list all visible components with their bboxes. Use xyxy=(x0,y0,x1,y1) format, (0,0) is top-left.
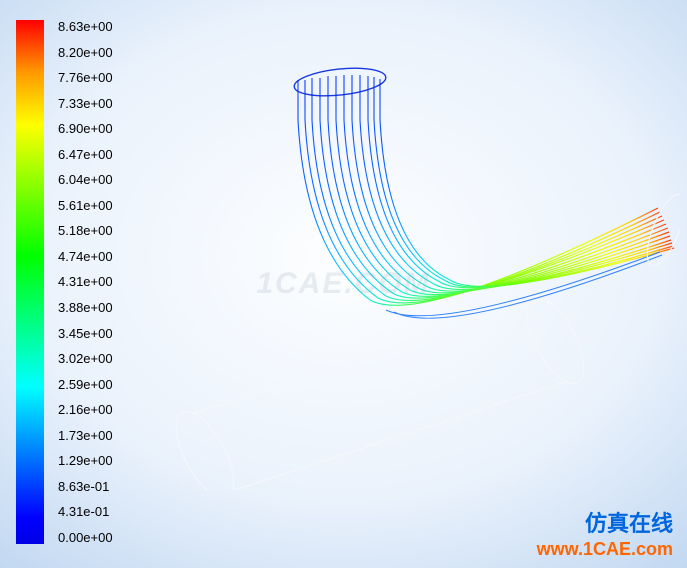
legend-label: 6.47e+00 xyxy=(58,148,113,161)
legend-label: 4.31e+00 xyxy=(58,275,113,288)
legend-label: 2.16e+00 xyxy=(58,403,113,416)
watermark-chinese: 仿真在线 xyxy=(585,506,673,538)
legend-label: 4.31e-01 xyxy=(58,505,113,518)
watermark-url: www.1CAE.com xyxy=(537,539,673,560)
legend-label: 1.73e+00 xyxy=(58,429,113,442)
legend-label: 3.88e+00 xyxy=(58,301,113,314)
legend-label: 5.61e+00 xyxy=(58,199,113,212)
color-bar xyxy=(16,20,44,544)
legend-label: 7.33e+00 xyxy=(58,97,113,110)
legend-label: 7.76e+00 xyxy=(58,71,113,84)
simulation-viewport: 8.63e+00 8.20e+00 7.76e+00 7.33e+00 6.90… xyxy=(0,0,687,568)
legend-label: 1.29e+00 xyxy=(58,454,113,467)
legend-label: 3.02e+00 xyxy=(58,352,113,365)
legend-label: 2.59e+00 xyxy=(58,378,113,391)
legend-label: 6.04e+00 xyxy=(58,173,113,186)
legend-label: 3.45e+00 xyxy=(58,327,113,340)
legend-label: 8.63e+00 xyxy=(58,20,113,33)
legend-label: 5.18e+00 xyxy=(58,224,113,237)
color-bar-labels: 8.63e+00 8.20e+00 7.76e+00 7.33e+00 6.90… xyxy=(58,20,113,544)
legend-label: 0.00e+00 xyxy=(58,531,113,544)
color-legend: 8.63e+00 8.20e+00 7.76e+00 7.33e+00 6.90… xyxy=(16,20,196,544)
legend-label: 4.74e+00 xyxy=(58,250,113,263)
legend-label: 6.90e+00 xyxy=(58,122,113,135)
center-watermark: 1CAE.COM xyxy=(256,267,430,301)
legend-label: 8.20e+00 xyxy=(58,46,113,59)
legend-label: 8.63e-01 xyxy=(58,480,113,493)
